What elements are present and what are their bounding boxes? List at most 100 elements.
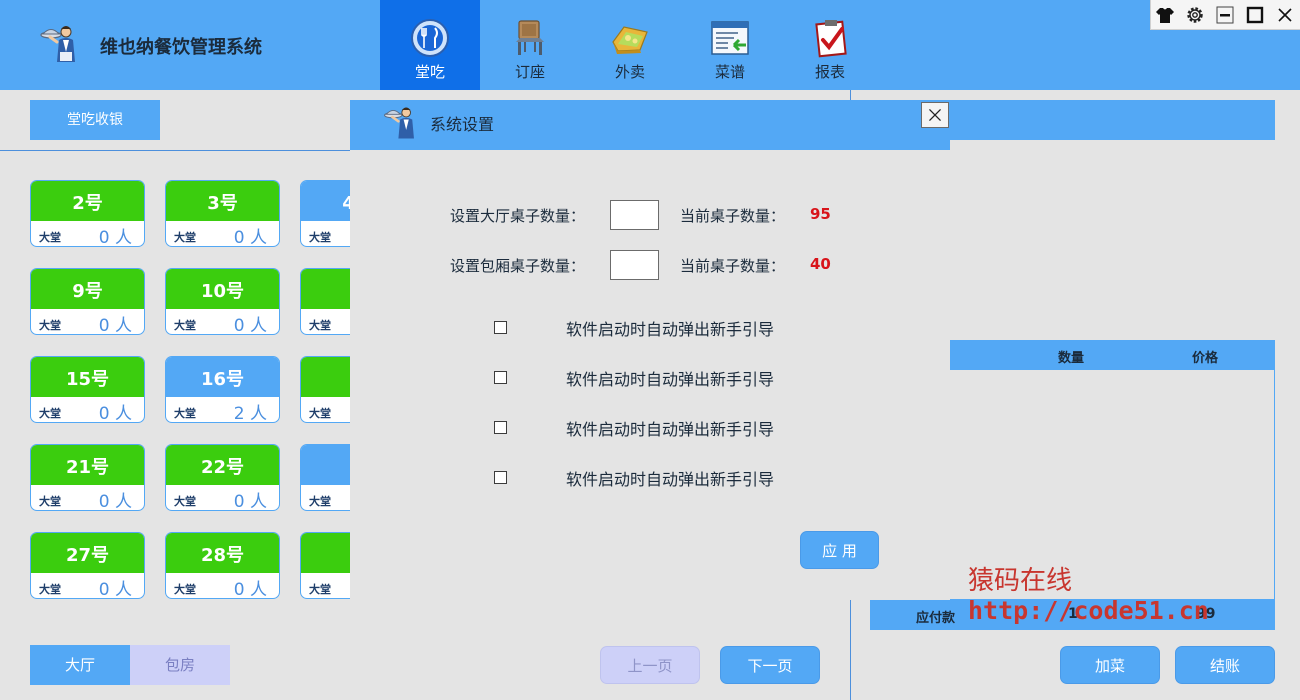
room-tables-input[interactable] [610, 250, 659, 280]
menu-list-icon [711, 21, 749, 55]
table-area: 大堂 [174, 583, 196, 596]
table-area: 大堂 [174, 495, 196, 508]
table-number: 21号 [31, 445, 144, 485]
table-number: 2 [301, 533, 350, 573]
table-guest-count: 0 人 [233, 580, 267, 599]
settings-dialog: 系统设置 设置大厅桌子数量： 当前桌子数量： 95 设置包厢桌子数量： 当前桌子… [350, 100, 950, 600]
table-area: 大堂 [309, 583, 331, 596]
option-checkbox[interactable] [494, 321, 507, 334]
tab-reservation-label: 订座 [514, 63, 545, 81]
close-icon[interactable] [921, 102, 949, 128]
next-page-button[interactable]: 下一页 [720, 646, 820, 684]
checkout-button[interactable]: 结账 [1175, 646, 1275, 684]
section-divider [0, 150, 350, 151]
option-checkbox[interactable] [494, 421, 507, 434]
table-area: 大堂 [309, 231, 331, 244]
table-area: 大堂 [174, 319, 196, 332]
table-guest-count: 0 人 [233, 228, 267, 247]
table-number: 27号 [31, 533, 144, 573]
hall-current-label: 当前桌子数量： [680, 207, 786, 225]
tab-reports-label: 报表 [814, 63, 845, 81]
hall-tables-label: 设置大厅桌子数量： [450, 207, 586, 225]
skin-shirt-icon[interactable] [1154, 4, 1176, 26]
minimize-icon[interactable] [1214, 4, 1236, 26]
top-bar: 维也纳餐饮管理系统 堂吃 订座 外卖 菜谱 报表 [0, 0, 1300, 90]
maximize-icon[interactable] [1244, 4, 1266, 26]
tab-private-room[interactable]: 包房 [130, 645, 230, 685]
table-number: 10号 [166, 269, 279, 309]
room-current-value: 40 [810, 255, 831, 273]
chair-icon [516, 20, 544, 55]
report-clipboard-icon [815, 20, 847, 58]
table-card[interactable]: 27号 大堂 0 人 [30, 532, 145, 599]
order-header-bar [950, 100, 1275, 140]
tab-reservation[interactable]: 订座 [480, 0, 580, 90]
table-area: 大堂 [39, 495, 61, 508]
table-card[interactable]: 21号 大堂 0 人 [30, 444, 145, 511]
table-guest-count: 2 人 [233, 404, 267, 423]
hall-tables-input[interactable] [610, 200, 659, 230]
window-controls [1150, 0, 1300, 30]
dialog-title-bar[interactable]: 系统设置 [350, 100, 950, 150]
table-area: 大堂 [309, 319, 331, 332]
table-card[interactable]: 22号 大堂 0 人 [165, 444, 280, 511]
table-grid: 2号 大堂 0 人 3号 大堂 0 人 4号 大堂 9号 大堂 0 人 10号 … [0, 170, 350, 620]
table-guest-count: 0 人 [98, 492, 132, 511]
table-guest-count: 0 人 [98, 404, 132, 423]
add-dish-button[interactable]: 加菜 [1060, 646, 1160, 684]
table-number: 2号 [31, 181, 144, 221]
tab-dine-in[interactable]: 堂吃 [380, 0, 480, 90]
apply-button[interactable]: 应 用 [800, 531, 879, 569]
table-card[interactable]: 10号 大堂 0 人 [165, 268, 280, 335]
dialog-title: 系统设置 [430, 115, 495, 134]
table-number: 28号 [166, 533, 279, 573]
table-card[interactable]: 1 大堂 [300, 268, 350, 335]
table-area: 大堂 [39, 407, 61, 420]
waiter-serving-icon [40, 26, 75, 62]
dine-in-cashier-button[interactable]: 堂吃收银 [30, 100, 160, 140]
table-area: 大堂 [174, 231, 196, 244]
table-card[interactable]: 9号 大堂 0 人 [30, 268, 145, 335]
tab-reports[interactable]: 报表 [780, 0, 880, 90]
table-card[interactable]: 2 大堂 [300, 532, 350, 599]
table-card[interactable]: 2号 大堂 0 人 [30, 180, 145, 247]
table-card[interactable]: 1 大堂 [300, 356, 350, 423]
room-current-label: 当前桌子数量： [680, 257, 786, 275]
settings-gear-icon[interactable] [1184, 4, 1206, 26]
tab-menu[interactable]: 菜谱 [680, 0, 780, 90]
tab-menu-label: 菜谱 [714, 63, 745, 81]
option-label: 软件启动时自动弹出新手引导 [566, 470, 775, 489]
amount-due-label: 应付款 [916, 611, 956, 626]
option-checkbox[interactable] [494, 371, 507, 384]
column-price: 价格 [1192, 351, 1219, 366]
option-label: 软件启动时自动弹出新手引导 [566, 320, 775, 339]
tab-takeout[interactable]: 外卖 [580, 0, 680, 90]
table-guest-count: 0 人 [98, 316, 132, 335]
table-card[interactable]: 28号 大堂 0 人 [165, 532, 280, 599]
table-number: 1 [301, 269, 350, 309]
table-area: 大堂 [309, 495, 331, 508]
prev-page-button[interactable]: 上一页 [600, 646, 700, 684]
table-card[interactable]: 2 大堂 [300, 444, 350, 511]
table-number: 22号 [166, 445, 279, 485]
table-card[interactable]: 3号 大堂 0 人 [165, 180, 280, 247]
cutlery-icon [411, 19, 449, 57]
table-number: 9号 [31, 269, 144, 309]
tab-hall[interactable]: 大厅 [30, 645, 130, 685]
table-card[interactable]: 15号 大堂 0 人 [30, 356, 145, 423]
column-quantity: 数量 [1058, 351, 1085, 366]
hall-current-value: 95 [810, 205, 831, 223]
table-number: 16号 [166, 357, 279, 397]
app-title: 维也纳餐饮管理系统 [100, 37, 262, 58]
takeout-food-icon [612, 26, 648, 54]
table-guest-count: 0 人 [98, 228, 132, 247]
table-area: 大堂 [39, 319, 61, 332]
table-number: 3号 [166, 181, 279, 221]
option-checkbox[interactable] [494, 471, 507, 484]
table-card[interactable]: 4号 大堂 [300, 180, 350, 247]
table-card[interactable]: 16号 大堂 2 人 [165, 356, 280, 423]
table-area: 大堂 [39, 583, 61, 596]
close-icon[interactable] [1274, 4, 1296, 26]
order-table-header: 数量 价格 [950, 340, 1275, 370]
table-guest-count: 0 人 [233, 492, 267, 511]
